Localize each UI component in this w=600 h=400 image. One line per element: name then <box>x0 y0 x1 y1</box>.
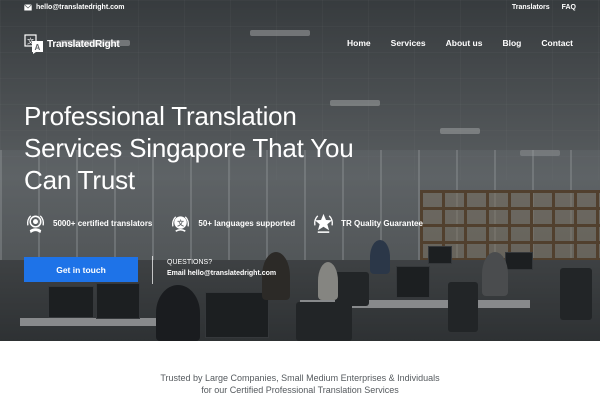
hero-section: hello@translatedright.com Translators FA… <box>0 0 600 341</box>
translate-logo-icon: 文 A <box>24 34 43 54</box>
top-bar: hello@translatedright.com Translators FA… <box>0 0 600 18</box>
cta-divider <box>152 256 153 284</box>
headline-line-2: Services Singapore That You <box>24 133 354 163</box>
logo-glyph: A <box>35 43 41 52</box>
topbar-links: Translators FAQ <box>512 4 576 11</box>
feature-text: 50+ languages supported <box>198 219 296 228</box>
questions-block: QUESTIONS? Email hello@translatedright.c… <box>167 259 276 277</box>
nav-item-about-us[interactable]: About us <box>446 38 483 48</box>
nav-item-contact[interactable]: Contact <box>541 38 573 48</box>
topbar-link-faq[interactable]: FAQ <box>562 4 576 11</box>
quality-star-icon <box>314 213 334 233</box>
feature-list: 5000+ certified translators 文 50+ langua… <box>24 212 440 235</box>
topbar-link-translators[interactable]: Translators <box>512 4 550 11</box>
certified-badge-icon <box>26 215 45 234</box>
nav-item-home[interactable]: Home <box>347 38 371 48</box>
questions-label: QUESTIONS? <box>167 259 213 266</box>
brand-name: TranslatedRight <box>47 38 120 50</box>
nav-item-blog[interactable]: Blog <box>502 38 521 48</box>
feature-certified-translators: 5000+ certified translators <box>24 212 152 235</box>
brand-logo[interactable]: 文 A TranslatedRight <box>24 34 120 54</box>
get-in-touch-button[interactable]: Get in touch <box>24 257 138 282</box>
envelope-icon <box>24 4 32 11</box>
trusted-line-1: Trusted by Large Companies, Small Medium… <box>160 373 440 383</box>
headline-line-1: Professional Translation <box>24 101 297 131</box>
languages-badge-icon: 文 <box>172 216 190 232</box>
trusted-by-section: Trusted by Large Companies, Small Medium… <box>0 372 600 396</box>
headline-line-3: Can Trust <box>24 165 135 195</box>
svg-text:文: 文 <box>178 218 185 227</box>
questions-email-link[interactable]: Email hello@translatedright.com <box>167 270 276 277</box>
hero-headline: Professional Translation Services Singap… <box>24 100 404 196</box>
feature-languages-supported: 文 50+ languages supported <box>169 212 295 235</box>
nav-item-services[interactable]: Services <box>391 38 426 48</box>
feature-quality-guarantee: TR Quality Guarantee <box>312 212 423 235</box>
feature-text: TR Quality Guarantee <box>341 219 423 228</box>
trusted-line-2: for our Certified Professional Translati… <box>201 385 399 395</box>
topbar-email-text: hello@translatedright.com <box>36 4 125 11</box>
feature-text: 5000+ certified translators <box>53 219 153 228</box>
topbar-email[interactable]: hello@translatedright.com <box>24 4 125 11</box>
main-nav: Home Services About us Blog Contact <box>347 38 573 48</box>
svg-text:文: 文 <box>27 37 34 46</box>
